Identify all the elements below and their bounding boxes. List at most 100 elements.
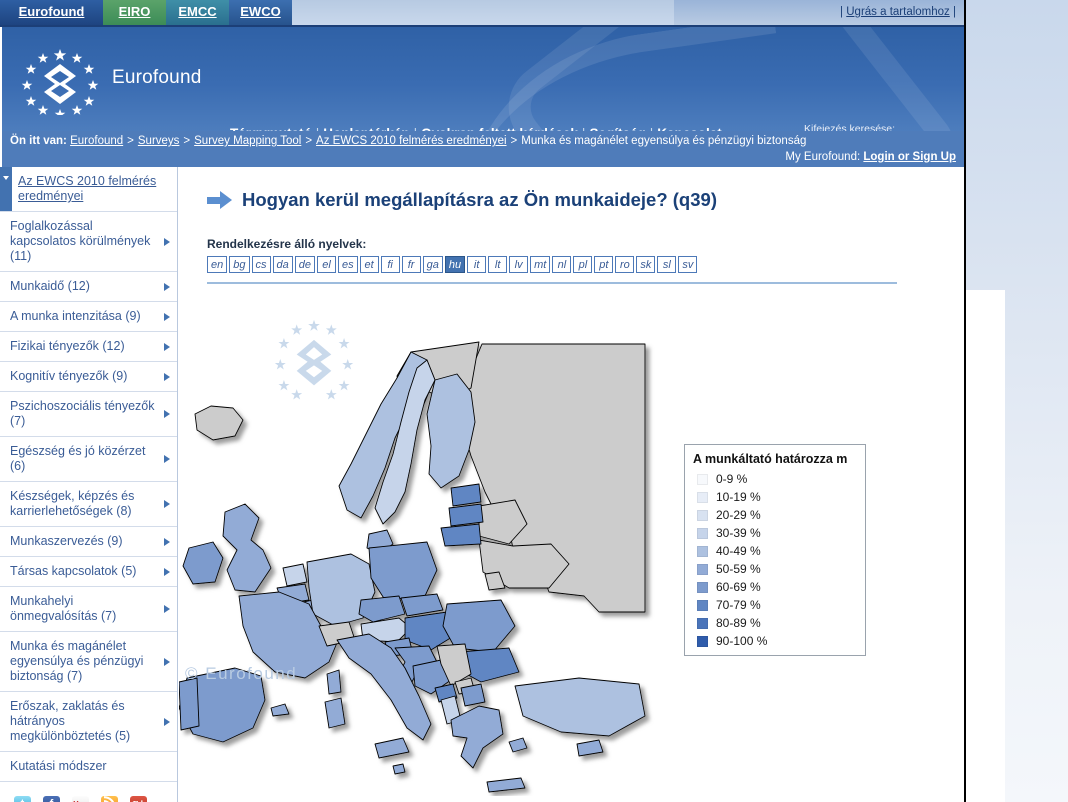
- language-option-el[interactable]: el: [317, 256, 336, 273]
- twitter-icon[interactable]: t: [14, 796, 31, 802]
- sidebar-item-munkahelyi-onmegvalositas[interactable]: Munkahelyi önmegvalósítás (7): [0, 587, 177, 632]
- my-eurofound-label: My Eurofound:: [785, 151, 861, 163]
- sidebar-item-kognitiv-tenyezok[interactable]: Kognitív tényezők (9): [0, 362, 177, 392]
- region-balearics: [270, 703, 290, 717]
- region-sicily: [374, 737, 410, 759]
- tab-eurofound[interactable]: Eurofound: [0, 0, 103, 25]
- language-option-fi[interactable]: fi: [380, 256, 400, 273]
- sidebar-item-keszsegek-kepzes[interactable]: Készségek, képzés és karrierlehetőségek …: [0, 482, 177, 527]
- tab-ewco[interactable]: EWCO: [229, 0, 292, 25]
- language-option-lv[interactable]: lv: [509, 256, 529, 273]
- tab-eiro[interactable]: EIRO: [103, 0, 166, 25]
- sidebar-item-label: Munkaidő (12): [10, 279, 90, 293]
- language-option-hu[interactable]: hu: [444, 256, 466, 273]
- region-portugal: [179, 677, 200, 731]
- skip-to-content-link[interactable]: Ugrás a tartalomhoz: [846, 6, 950, 18]
- breadcrumb-item-current: Munka és magánélet egyensúlya és pénzügy…: [521, 135, 807, 147]
- sidebar-item-egeszseg-es-jo-kozerzet[interactable]: Egészség és jó közérzet (6): [0, 437, 177, 482]
- facebook-icon[interactable]: f: [43, 796, 60, 802]
- region-corsica: [326, 669, 342, 695]
- sidebar-item-label: Munkaszervezés (9): [10, 534, 123, 548]
- chevron-right-icon: [164, 282, 170, 291]
- legend-item: 10-19 %: [693, 488, 865, 506]
- legend-item: 0-9 %: [693, 470, 865, 488]
- language-option-pt[interactable]: pt: [594, 256, 614, 273]
- legend-swatch: [697, 545, 708, 557]
- sidebar-item-label: Kognitív tényezők (9): [10, 369, 128, 383]
- language-option-ga[interactable]: ga: [422, 256, 443, 273]
- chevron-right-icon: [164, 567, 170, 576]
- breadcrumb-separator: >: [305, 135, 313, 147]
- chevron-down-icon: [3, 176, 9, 180]
- legend-swatch: [697, 491, 708, 503]
- language-option-ro[interactable]: ro: [615, 256, 635, 273]
- language-option-fr[interactable]: fr: [401, 256, 421, 273]
- chevron-right-icon: [164, 372, 170, 381]
- region-malta: [392, 763, 406, 775]
- page-title-row: Hogyan kerül megállapításra az Ön munkai…: [207, 189, 964, 211]
- sidebar-item-label: Munka és magánélet egyensúlya és pénzügy…: [10, 639, 144, 683]
- sidebar-item-label: Foglalkozással kapcsolatos körülmények (…: [10, 219, 151, 263]
- sidebar-item-fizikai-tenyezok[interactable]: Fizikai tényezők (12): [0, 332, 177, 362]
- sidebar-item-kutatasi-modszer[interactable]: Kutatási módszer: [0, 752, 177, 782]
- breadcrumb-item-ewcs-2010[interactable]: Az EWCS 2010 felmérés eredményei: [316, 135, 506, 147]
- language-option-da[interactable]: da: [272, 256, 293, 273]
- map-svg: [179, 341, 646, 793]
- region-romania: [442, 599, 516, 653]
- language-option-sl[interactable]: sl: [657, 256, 677, 273]
- sidebar-item-label: Készségek, képzés és karrierlehetőségek …: [10, 489, 135, 518]
- sidebar-item-munka-intenzitasa[interactable]: A munka intenzitása (9): [0, 302, 177, 332]
- language-option-sk[interactable]: sk: [636, 256, 656, 273]
- language-option-mt[interactable]: mt: [530, 256, 551, 273]
- legend-label: 50-59 %: [716, 562, 761, 576]
- sidebar-item-pszichoszocialis-tenyezok[interactable]: Pszichoszociális tényezők (7): [0, 392, 177, 437]
- region-iceland: [194, 405, 244, 441]
- legend-label: 30-39 %: [716, 526, 761, 540]
- available-languages-label: Rendelkezésre álló nyelvek:: [207, 237, 367, 251]
- breadcrumb-prefix: Ön itt van:: [10, 135, 67, 147]
- region-netherlands: [282, 563, 308, 587]
- sidebar-item-munkaido[interactable]: Munkaidő (12): [0, 272, 177, 302]
- language-option-es[interactable]: es: [338, 256, 358, 273]
- sidebar-item-ewcs-2010-results[interactable]: Az EWCS 2010 felmérés eredményei: [0, 167, 177, 212]
- region-lithuania: [440, 523, 482, 547]
- sidebar-item-label[interactable]: Az EWCS 2010 felmérés eredményei: [18, 174, 156, 203]
- region-slovakia: [400, 593, 444, 617]
- choropleth-map[interactable]: © Eurofound A munkáltató határozza m 0-9…: [179, 296, 964, 796]
- page-columns: Az EWCS 2010 felmérés eredményei Foglalk…: [0, 167, 964, 802]
- breadcrumb-item-surveys[interactable]: Surveys: [138, 135, 180, 147]
- sidebar-item-eroszak-zaklatas[interactable]: Erőszak, zaklatás és hátrányos megkülönb…: [0, 692, 177, 752]
- language-option-nl[interactable]: nl: [552, 256, 572, 273]
- eurofound-logo[interactable]: Eurofound: [16, 47, 276, 119]
- legend-item: 30-39 %: [693, 524, 865, 542]
- legend-label: 10-19 %: [716, 490, 761, 504]
- language-option-de[interactable]: de: [294, 256, 315, 273]
- legend-item: 70-79 %: [693, 596, 865, 614]
- googleplus-icon[interactable]: g+: [130, 796, 147, 802]
- sidebar-item-foglalkozassal-kapcsolatos[interactable]: Foglalkozással kapcsolatos körülmények (…: [0, 212, 177, 272]
- language-option-bg[interactable]: bg: [229, 256, 250, 273]
- language-option-et[interactable]: et: [359, 256, 379, 273]
- breadcrumb-item-eurofound[interactable]: Eurofound: [70, 135, 123, 147]
- divider: [207, 282, 897, 284]
- chevron-right-icon: [164, 312, 170, 321]
- language-option-cs[interactable]: cs: [251, 256, 271, 273]
- language-option-lt[interactable]: lt: [488, 256, 508, 273]
- legend-label: 60-69 %: [716, 580, 761, 594]
- language-option-it[interactable]: it: [467, 256, 487, 273]
- sidebar-item-tarsas-kapcsolatok[interactable]: Társas kapcsolatok (5): [0, 557, 177, 587]
- breadcrumb-separator: >: [510, 135, 518, 147]
- tab-emcc[interactable]: EMCC: [166, 0, 229, 25]
- youtube-icon[interactable]: You: [72, 796, 89, 802]
- sidebar-item-munkaszervezes[interactable]: Munkaszervezés (9): [0, 527, 177, 557]
- sidebar-item-munka-es-maganelet[interactable]: Munka és magánélet egyensúlya és pénzügy…: [0, 632, 177, 692]
- login-or-signup-link[interactable]: Login or Sign Up: [863, 151, 956, 163]
- chevron-right-icon: [164, 717, 170, 726]
- rss-icon[interactable]: [101, 796, 118, 802]
- search-label: Kifejezés keresése:: [804, 123, 896, 131]
- language-option-en[interactable]: en: [207, 256, 228, 273]
- breadcrumb-band: Ön itt van: Eurofound > Surveys > Survey Map…: [2, 131, 964, 167]
- breadcrumb-item-survey-mapping-tool[interactable]: Survey Mapping Tool: [194, 135, 301, 147]
- language-option-sv[interactable]: sv: [678, 256, 698, 273]
- language-option-pl[interactable]: pl: [573, 256, 593, 273]
